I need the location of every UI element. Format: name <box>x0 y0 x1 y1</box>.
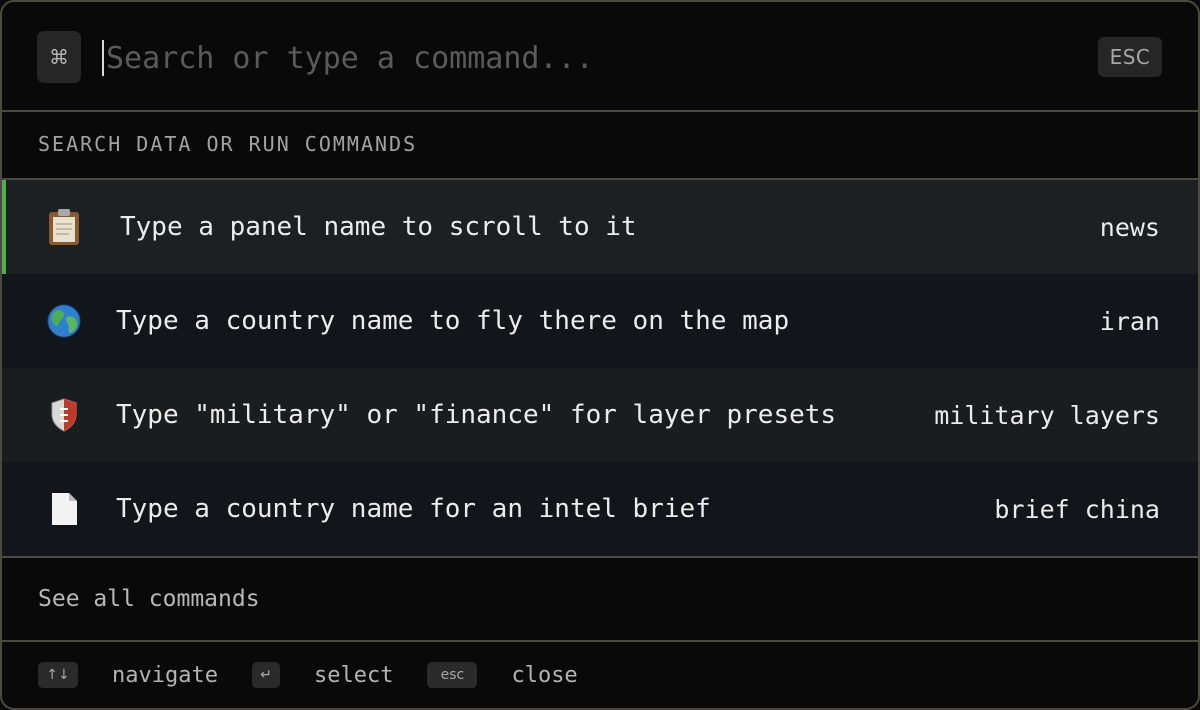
selection-indicator <box>2 180 6 274</box>
result-hint: news <box>1099 212 1160 242</box>
document-icon <box>46 491 82 527</box>
command-key-icon: ⌘ <box>37 31 81 83</box>
clipboard-icon <box>46 209 82 245</box>
arrow-keys-icon: ↑↓ <box>38 662 78 688</box>
result-hint: brief china <box>994 494 1160 524</box>
select-hint: select <box>313 662 394 688</box>
text-caret <box>102 40 104 76</box>
search-bar: ⌘ ESC <box>2 2 1198 112</box>
see-all-commands-link[interactable]: See all commands <box>2 558 1198 642</box>
result-label: Type a country name to fly there on the … <box>116 306 790 336</box>
result-label: Type "military" or "finance" for layer p… <box>116 400 837 430</box>
result-item-fly-to-country[interactable]: Type a country name to fly there on the … <box>2 274 1198 368</box>
result-hint: military layers <box>934 400 1160 430</box>
result-hint: iran <box>1099 306 1160 336</box>
navigate-hint: navigate <box>112 662 218 688</box>
close-hint: close <box>511 662 578 688</box>
command-palette: ⌘ ESC SEARCH DATA OR RUN COMMANDS Type a… <box>0 0 1200 710</box>
results-list: Type a panel name to scroll to it news T… <box>2 180 1198 558</box>
esc-key-icon: esc <box>427 662 478 688</box>
globe-icon <box>46 303 82 339</box>
search-input[interactable] <box>106 32 1066 84</box>
result-label: Type a panel name to scroll to it <box>120 212 637 242</box>
section-heading: SEARCH DATA OR RUN COMMANDS <box>2 110 1198 180</box>
enter-key-icon: ↵ <box>251 662 280 688</box>
shield-icon <box>46 397 82 433</box>
result-label: Type a country name for an intel brief <box>116 494 711 524</box>
result-item-scroll-panel[interactable]: Type a panel name to scroll to it news <box>2 180 1198 274</box>
result-item-intel-brief[interactable]: Type a country name for an intel brief b… <box>2 462 1198 556</box>
keyboard-hints-footer: ↑↓ navigate ↵ select esc close <box>2 642 1198 708</box>
result-item-layer-presets[interactable]: Type "military" or "finance" for layer p… <box>2 368 1198 462</box>
esc-button[interactable]: ESC <box>1098 37 1162 77</box>
